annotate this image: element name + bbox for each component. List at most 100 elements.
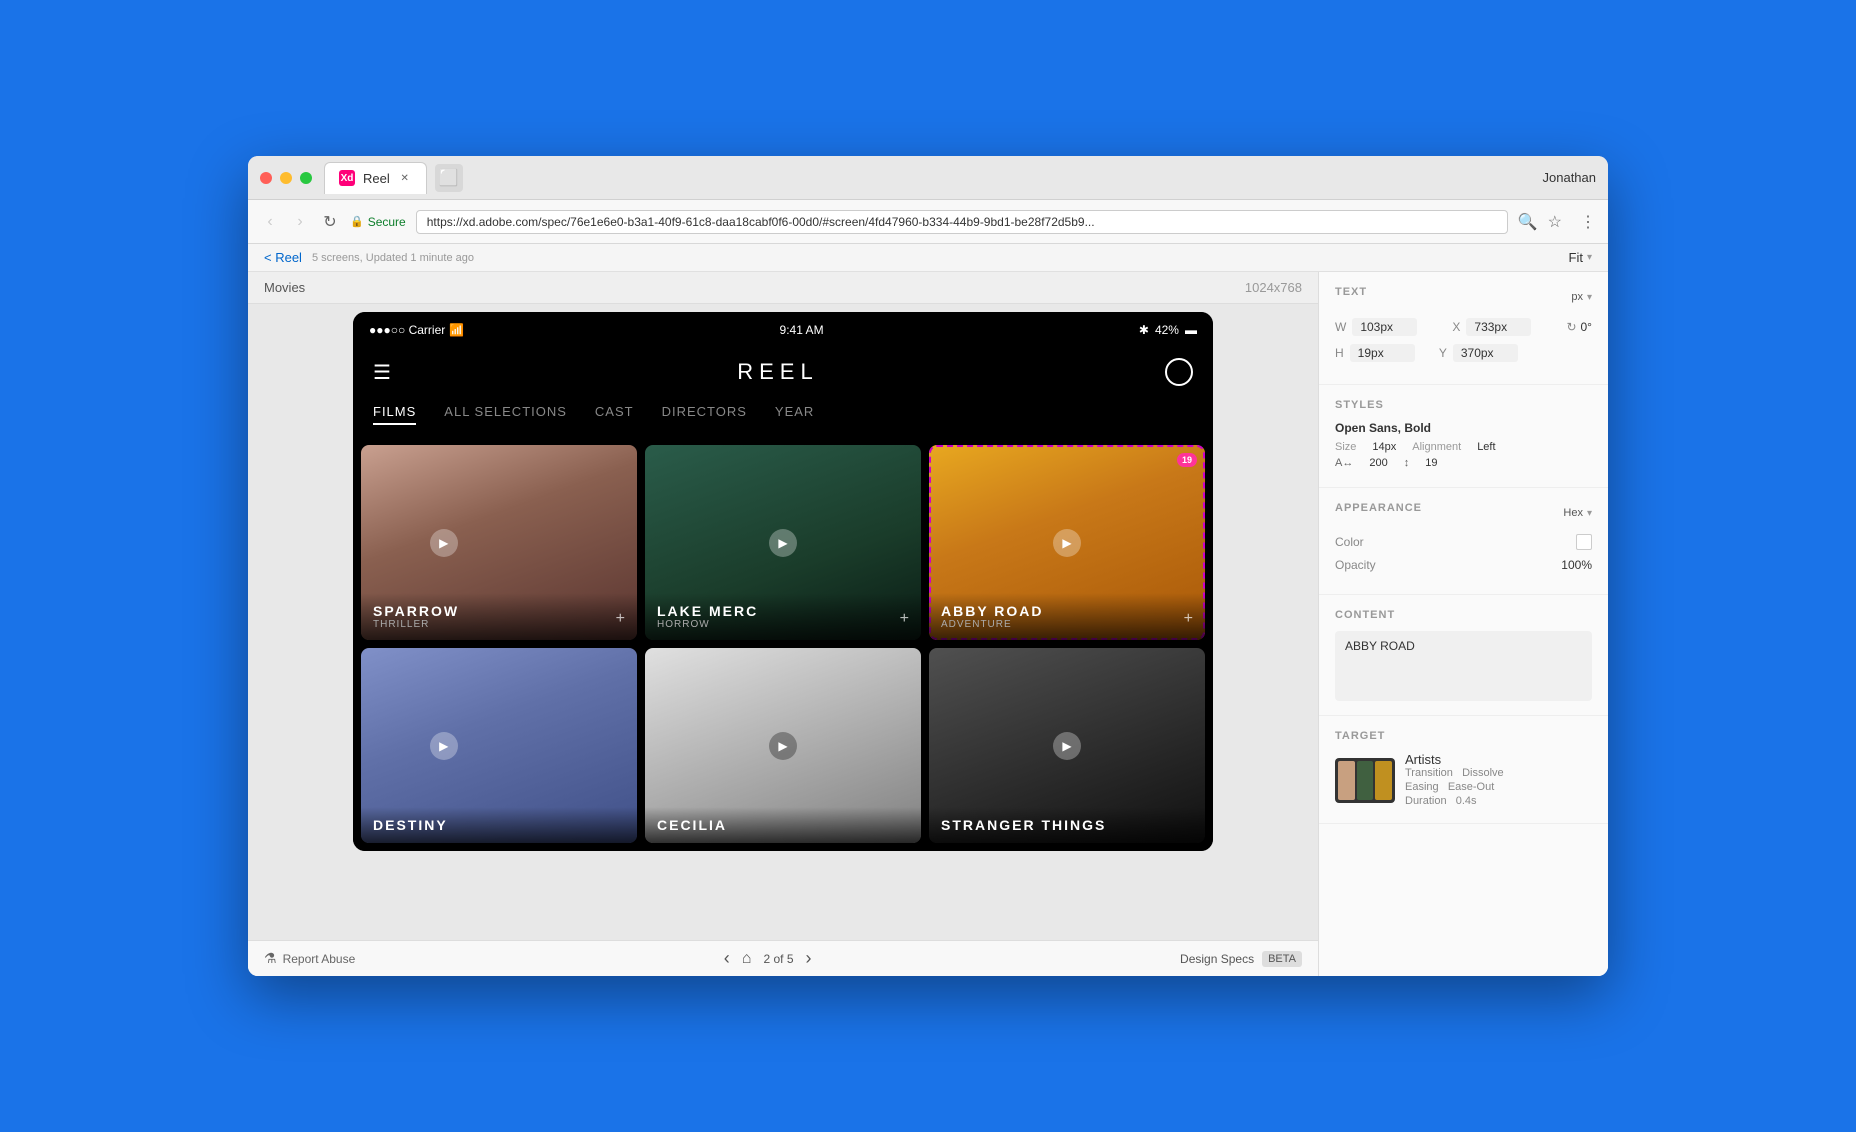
title-bar: Xd Reel ✕ ⬜ Jonathan — [248, 156, 1608, 200]
target-thumb-1 — [1338, 761, 1355, 800]
movie-card-abby-road[interactable]: ▶ ABBY ROAD ADVENTURE + 19 103 — [929, 445, 1205, 640]
duration-label: Duration — [1405, 795, 1447, 807]
opacity-value[interactable]: 100% — [1561, 558, 1592, 572]
bluetooth-icon: ✱ — [1139, 323, 1149, 337]
nav-tab-cast[interactable]: CAST — [595, 404, 634, 425]
page-indicator: 2 of 5 — [763, 952, 793, 966]
play-button-destiny[interactable]: ▶ — [430, 732, 458, 760]
back-button[interactable]: ‹ — [260, 212, 280, 232]
search-icon[interactable]: 🔍 — [1518, 212, 1538, 232]
appearance-section-title: APPEARANCE — [1335, 502, 1422, 514]
beta-badge: BETA — [1262, 951, 1302, 967]
home-icon[interactable]: ⌂ — [742, 950, 752, 968]
movie-overlay-cecilia: CECILIA — [645, 807, 921, 843]
breadcrumb-back[interactable]: < Reel — [264, 250, 302, 265]
h-label: H — [1335, 346, 1344, 360]
nav-tab-year[interactable]: YEAR — [775, 404, 814, 425]
fit-dropdown-arrow: ▾ — [1587, 252, 1592, 263]
height-row: H 19px Y 370px — [1335, 344, 1592, 362]
bottom-center: ‹ ⌂ 2 of 5 › — [355, 948, 1180, 969]
color-swatch[interactable] — [1576, 534, 1592, 550]
report-abuse-label[interactable]: Report Abuse — [283, 952, 356, 966]
movie-title-stranger: STRANGER THINGS — [941, 817, 1193, 833]
target-row: Artists Transition Dissolve Easing Ease-… — [1335, 752, 1592, 809]
hamburger-icon[interactable]: ☰ — [373, 360, 391, 385]
address-bar: ‹ › ↻ 🔒 Secure https://xd.adobe.com/spec… — [248, 200, 1608, 244]
h-value[interactable]: 19px — [1350, 344, 1415, 362]
user-name: Jonathan — [1543, 170, 1597, 185]
right-panel: TEXT px ▾ W 103px X 733px — [1318, 272, 1608, 976]
add-button-abby-road[interactable]: + — [1184, 610, 1193, 628]
play-button-stranger[interactable]: ▶ — [1053, 732, 1081, 760]
nav-tabs: FILMS ALL SELECTIONS CAST DIRECTORS YEAR — [353, 396, 1213, 437]
next-page-button[interactable]: › — [806, 948, 812, 969]
font-size-row: Size 14px Alignment Left — [1335, 441, 1592, 453]
add-button-sparrow[interactable]: + — [616, 610, 625, 628]
x-value[interactable]: 733px — [1466, 318, 1531, 336]
canvas-dimensions: 1024x768 — [1245, 280, 1302, 295]
window-controls — [260, 172, 312, 184]
content-text: ABBY ROAD — [1335, 631, 1592, 701]
tab-title: Reel — [363, 171, 390, 186]
tab-close-button[interactable]: ✕ — [398, 171, 412, 185]
y-value[interactable]: 370px — [1453, 344, 1518, 362]
url-actions: 🔍 ☆ — [1518, 212, 1562, 232]
movie-card-sparrow[interactable]: ▶ SPARROW THRILLER + — [361, 445, 637, 640]
play-button-cecilia[interactable]: ▶ — [769, 732, 797, 760]
status-left: ●●●○○ Carrier 📶 — [369, 323, 464, 337]
refresh-button[interactable]: ↻ — [320, 212, 340, 232]
movie-card-destiny[interactable]: ▶ DESTINY — [361, 648, 637, 843]
movie-card-stranger-things[interactable]: ▶ STRANGER THINGS — [929, 648, 1205, 843]
nav-tab-all-selections[interactable]: ALL SELECTIONS — [444, 404, 567, 425]
close-button[interactable] — [260, 172, 272, 184]
w-value[interactable]: 103px — [1352, 318, 1417, 336]
nav-tab-directors[interactable]: DIRECTORS — [662, 404, 747, 425]
prev-page-button[interactable]: ‹ — [724, 948, 730, 969]
play-button-abby-road[interactable]: ▶ — [1053, 529, 1081, 557]
fit-label: Fit — [1569, 250, 1583, 265]
rotate-value[interactable]: 0° — [1581, 320, 1592, 334]
breadcrumb: < Reel 5 screens, Updated 1 minute ago — [264, 250, 474, 265]
play-button-lake-merc[interactable]: ▶ — [769, 529, 797, 557]
fit-button[interactable]: Fit ▾ — [1569, 250, 1592, 265]
styles-section-title: STYLES — [1335, 399, 1592, 411]
design-specs-label[interactable]: Design Specs — [1180, 952, 1254, 966]
phone-frame: ●●●○○ Carrier 📶 9:41 AM ✱ 42% ▬ — [353, 312, 1213, 851]
content-section-title: CONTENT — [1335, 609, 1592, 621]
secure-label: Secure — [368, 215, 406, 229]
minimize-button[interactable] — [280, 172, 292, 184]
carrier-text: ●●●○○ Carrier — [369, 323, 445, 337]
w-label: W — [1335, 320, 1346, 334]
movie-title-lake-merc: LAKE MERC — [657, 603, 909, 619]
movie-overlay-destiny: DESTINY — [361, 807, 637, 843]
line-height-value: 19 — [1425, 457, 1437, 469]
new-tab-button[interactable]: ⬜ — [435, 164, 463, 192]
forward-button[interactable]: › — [290, 212, 310, 232]
target-preview-inner — [1335, 758, 1395, 803]
hex-dropdown[interactable]: Hex ▾ — [1563, 507, 1592, 519]
url-bar[interactable]: https://xd.adobe.com/spec/76e1e6e0-b3a1-… — [416, 210, 1508, 234]
search-circle-icon[interactable] — [1165, 358, 1193, 386]
movie-card-lake-merc[interactable]: ▶ LAKE MERC HORROW + — [645, 445, 921, 640]
movie-genre-abby-road: ADVENTURE — [941, 619, 1193, 630]
battery-text: 42% — [1155, 323, 1179, 337]
canvas-name: Movies — [264, 280, 305, 295]
nav-tab-films[interactable]: FILMS — [373, 404, 416, 425]
browser-menu-icon[interactable]: ⋮ — [1580, 212, 1596, 232]
app-content: < Reel 5 screens, Updated 1 minute ago F… — [248, 244, 1608, 976]
easing-row: Easing Ease-Out — [1405, 781, 1504, 793]
hex-label: Hex — [1563, 507, 1583, 519]
browser-window: Xd Reel ✕ ⬜ Jonathan ‹ › ↻ 🔒 Secure http… — [248, 156, 1608, 976]
bottom-bar: ⚗ Report Abuse ‹ ⌂ 2 of 5 › Design Specs… — [248, 940, 1318, 976]
bookmark-icon[interactable]: ☆ — [1548, 212, 1562, 232]
text-section-title: TEXT — [1335, 286, 1367, 298]
new-tab-icon: ⬜ — [439, 168, 459, 188]
px-dropdown[interactable]: px ▾ — [1571, 291, 1592, 303]
play-button-sparrow[interactable]: ▶ — [430, 529, 458, 557]
px-label: px — [1571, 291, 1583, 303]
maximize-button[interactable] — [300, 172, 312, 184]
movie-overlay-stranger: STRANGER THINGS — [929, 807, 1205, 843]
add-button-lake-merc[interactable]: + — [900, 610, 909, 628]
movie-card-cecilia[interactable]: ▶ CECILIA — [645, 648, 921, 843]
browser-tab[interactable]: Xd Reel ✕ — [324, 162, 427, 194]
